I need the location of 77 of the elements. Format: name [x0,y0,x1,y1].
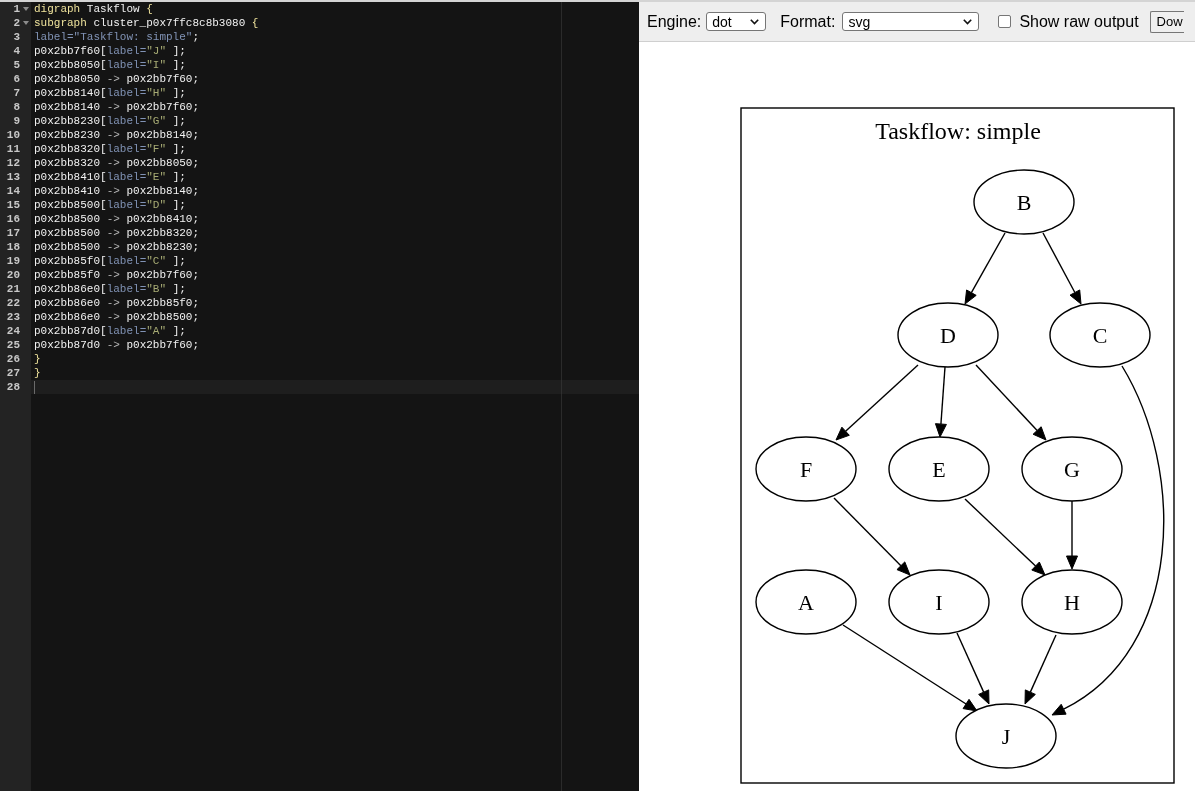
fold-caret-icon[interactable] [22,7,29,11]
checkbox-label: Show raw output [1019,12,1139,31]
code-line: p0x2bb8500[label="D" ]; [34,198,186,212]
line-number: 17 [5,226,20,240]
code-line: } [34,352,41,366]
code-line: subgraph cluster_p0x7ffc8c8b3080 { [34,16,259,30]
code-line: p0x2bb8410 -> p0x2bb8140; [34,184,200,198]
code-line: p0x2bb8320 -> p0x2bb8050; [34,156,200,170]
code-line: p0x2bb8410[label="E" ]; [34,170,186,184]
line-number: 15 [5,198,20,212]
line-number: 2 [12,16,20,30]
graph-node: E [888,436,990,502]
cluster-title: Taskflow: simple [875,118,1041,144]
toolbar-button[interactable]: Dow [1149,10,1184,33]
line-number: 28 [5,380,20,394]
code-line: p0x2bb8230 -> p0x2bb8140; [34,128,200,142]
code-line: p0x2bb86e0 -> p0x2bb85f0; [34,296,200,310]
line-number: 16 [5,212,20,226]
line-number: 10 [5,128,20,142]
code-line: p0x2bb8050[label="I" ]; [34,58,186,72]
code-line: p0x2bb86e0 -> p0x2bb8500; [34,310,200,324]
line-number: 27 [5,366,20,380]
line-number: 24 [5,324,20,338]
chevron-down-icon [963,18,973,25]
code-line: p0x2bb7f60[label="J" ]; [34,44,186,58]
line-number: 19 [5,254,20,268]
line-number: 7 [12,86,20,100]
graph-node: B [973,169,1075,235]
code-line: label="Taskflow: simple"; [34,30,200,44]
fold-caret-icon[interactable] [22,21,29,25]
line-number: 1 [12,2,20,16]
line-number: 14 [5,184,20,198]
code-line: p0x2bb85f0[label="C" ]; [34,254,186,268]
code-line: p0x2bb8230[label="G" ]; [34,114,186,128]
code-line: p0x2bb8500 -> p0x2bb8410; [34,212,200,226]
checkbox[interactable] [998,15,1012,28]
line-number: 22 [5,296,20,310]
line-number: 4 [12,44,20,58]
code-line: p0x2bb8140[label="H" ]; [34,86,186,100]
graph-node: F [755,436,857,502]
line-number: 8 [12,100,20,114]
line-number: 23 [5,310,20,324]
code-line: p0x2bb85f0 -> p0x2bb7f60; [34,268,200,282]
line-number: 13 [5,170,20,184]
engine-label: Engine: [647,12,702,31]
arrow [934,366,947,438]
engine-select[interactable]: dot [706,12,767,31]
graph-node: A [755,569,857,635]
code-line: p0x2bb8050 -> p0x2bb7f60; [34,72,200,86]
line-number: 21 [5,282,20,296]
line-number: 20 [5,268,20,282]
code-line: p0x2bb87d0[label="A" ]; [34,324,186,338]
line-number: 5 [12,58,20,72]
graph-node: D [897,302,999,368]
code-line: p0x2bb8140 -> p0x2bb7f60; [34,100,200,114]
code-line: p0x2bb8500 -> p0x2bb8320; [34,226,200,240]
code-line: p0x2bb86e0[label="B" ]; [34,282,186,296]
graph-node: J [955,703,1057,769]
code-line: p0x2bb87d0 -> p0x2bb7f60; [34,338,200,352]
line-number: 11 [5,142,20,156]
code-line: p0x2bb8500 -> p0x2bb8230; [34,240,200,254]
code-line: } [34,366,41,380]
code-line: digraph Taskflow { [34,2,153,16]
format-label: Format: [780,12,836,31]
text-cursor [34,380,35,394]
format-select[interactable]: svg [842,12,980,31]
graph-node: I [888,569,990,635]
graph-node: C [1049,302,1151,368]
chevron-down-icon [750,18,760,25]
line-number: 3 [12,30,20,44]
line-number: 18 [5,240,20,254]
line-number: 25 [5,338,20,352]
line-number: 9 [12,114,20,128]
code-line: p0x2bb8320[label="F" ]; [34,142,186,156]
line-number: 12 [5,156,20,170]
line-number: 26 [5,352,20,366]
line-number: 6 [12,72,20,86]
